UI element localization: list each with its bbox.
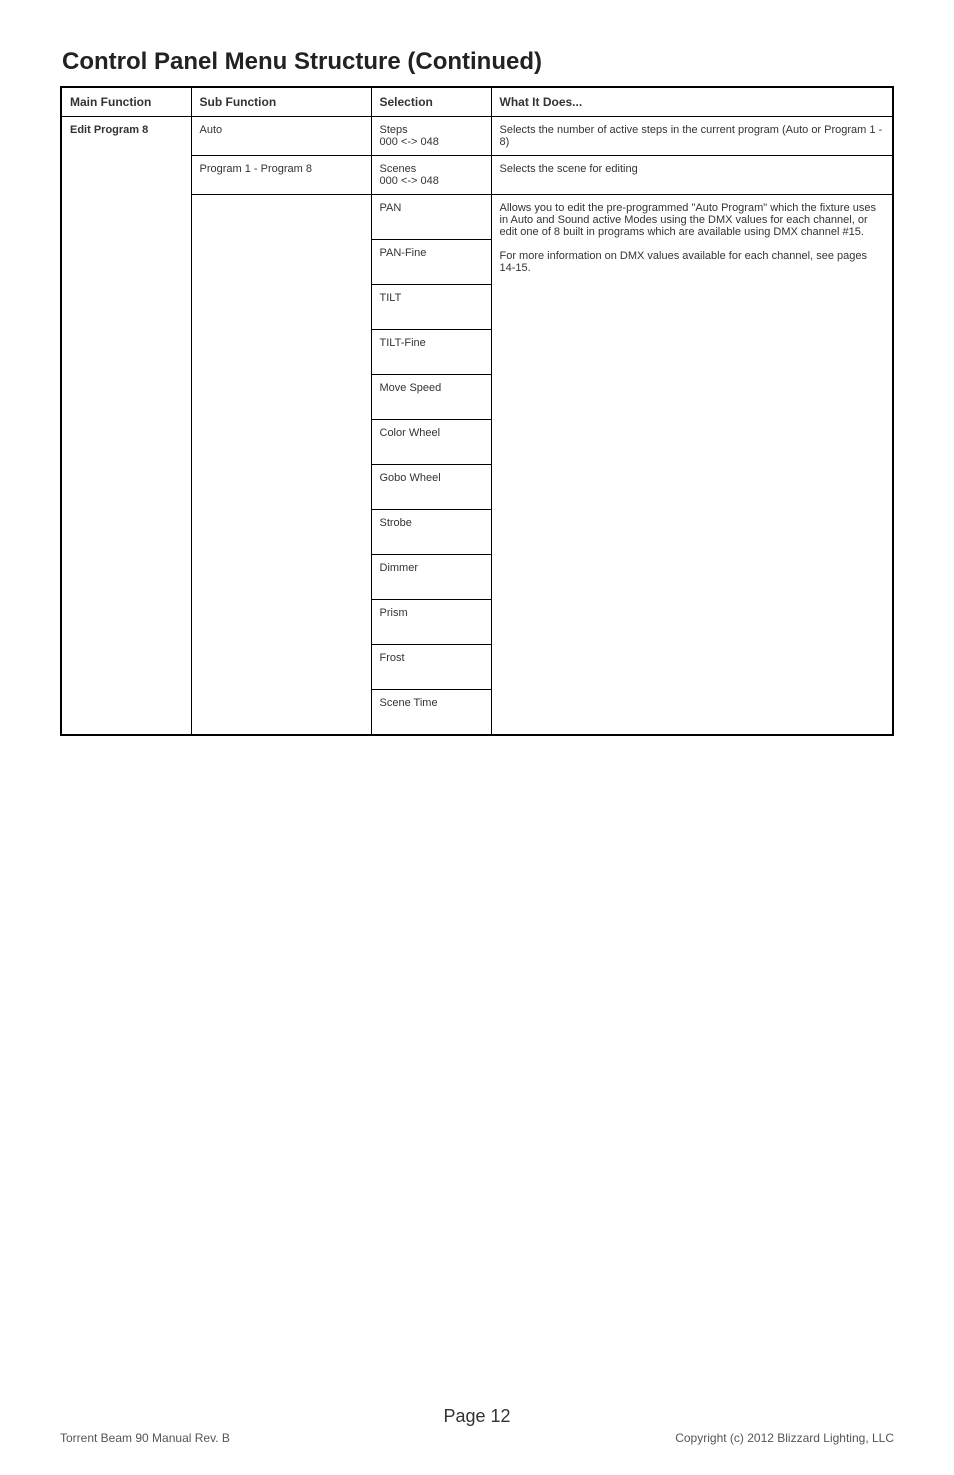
cell-selection: PAN-Fine	[371, 240, 491, 285]
page-title: Control Panel Menu Structure (Continued)	[62, 48, 894, 76]
footer-right: Copyright (c) 2012 Blizzard Lighting, LL…	[675, 1431, 894, 1445]
th-main-function: Main Function	[61, 87, 191, 117]
cell-selection: Prism	[371, 600, 491, 645]
cell-main-function: Edit Program 8	[61, 117, 191, 736]
cell-scenes: Scenes 000 <-> 048	[371, 156, 491, 195]
page-footer: Page 12 Torrent Beam 90 Manual Rev. B Co…	[60, 1406, 894, 1445]
cell-sub-programs: Program 1 - Program 8	[191, 156, 371, 195]
cell-selection: TILT-Fine	[371, 330, 491, 375]
th-selection: Selection	[371, 87, 491, 117]
cell-steps-desc: Selects the number of active steps in th…	[491, 117, 893, 156]
document-page: Control Panel Menu Structure (Continued)…	[0, 0, 954, 1475]
cell-selection: Frost	[371, 645, 491, 690]
page-number: Page 12	[60, 1406, 894, 1427]
cell-selection: Move Speed	[371, 375, 491, 420]
cell-sub-auto: Auto	[191, 117, 371, 156]
cell-selection: TILT	[371, 285, 491, 330]
table-header-row: Main Function Sub Function Selection Wha…	[61, 87, 893, 117]
table-row: Edit Program 8 Auto Steps 000 <-> 048 Se…	[61, 117, 893, 156]
cell-selection: Color Wheel	[371, 420, 491, 465]
cell-selection: PAN	[371, 195, 491, 240]
menu-structure-table: Main Function Sub Function Selection Wha…	[60, 86, 894, 736]
th-sub-function: Sub Function	[191, 87, 371, 117]
cell-steps: Steps 000 <-> 048	[371, 117, 491, 156]
cell-selection: Gobo Wheel	[371, 465, 491, 510]
cell-scenes-desc: Selects the scene for editing	[491, 156, 893, 195]
cell-big-desc: Allows you to edit the pre-programmed "A…	[491, 195, 893, 736]
cell-selection: Strobe	[371, 510, 491, 555]
th-what-it-does: What It Does...	[491, 87, 893, 117]
cell-sub-empty	[191, 195, 371, 736]
cell-selection: Scene Time	[371, 690, 491, 736]
footer-left: Torrent Beam 90 Manual Rev. B	[60, 1431, 230, 1445]
cell-selection: Dimmer	[371, 555, 491, 600]
